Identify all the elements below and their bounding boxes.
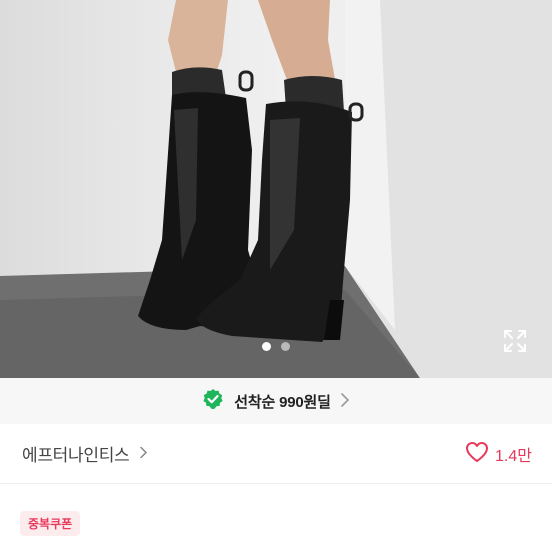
deal-banner[interactable]: 선착순 990원딜 [0, 378, 552, 424]
coupon-badge: 중복쿠폰 [20, 511, 81, 536]
carousel-indicator [0, 342, 552, 354]
verified-check-icon [202, 388, 224, 414]
carousel-dot-1[interactable] [262, 342, 271, 351]
chevron-right-icon [139, 444, 148, 463]
shop-link[interactable]: 에프터나인티스 [22, 441, 148, 466]
shop-row: 에프터나인티스 1.4만 [0, 424, 552, 484]
deal-label: 선착순 990원딜 [234, 393, 331, 411]
shop-name: 에프터나인티스 [22, 446, 130, 465]
product-photo-illustration [0, 0, 552, 378]
chevron-right-icon [340, 392, 350, 411]
product-image[interactable] [0, 0, 552, 378]
product-title [20, 543, 540, 557]
like-count: 1.4만 [495, 448, 532, 465]
heart-icon [465, 441, 489, 467]
carousel-dot-2[interactable] [281, 342, 290, 351]
like-button[interactable]: 1.4만 [465, 441, 532, 467]
